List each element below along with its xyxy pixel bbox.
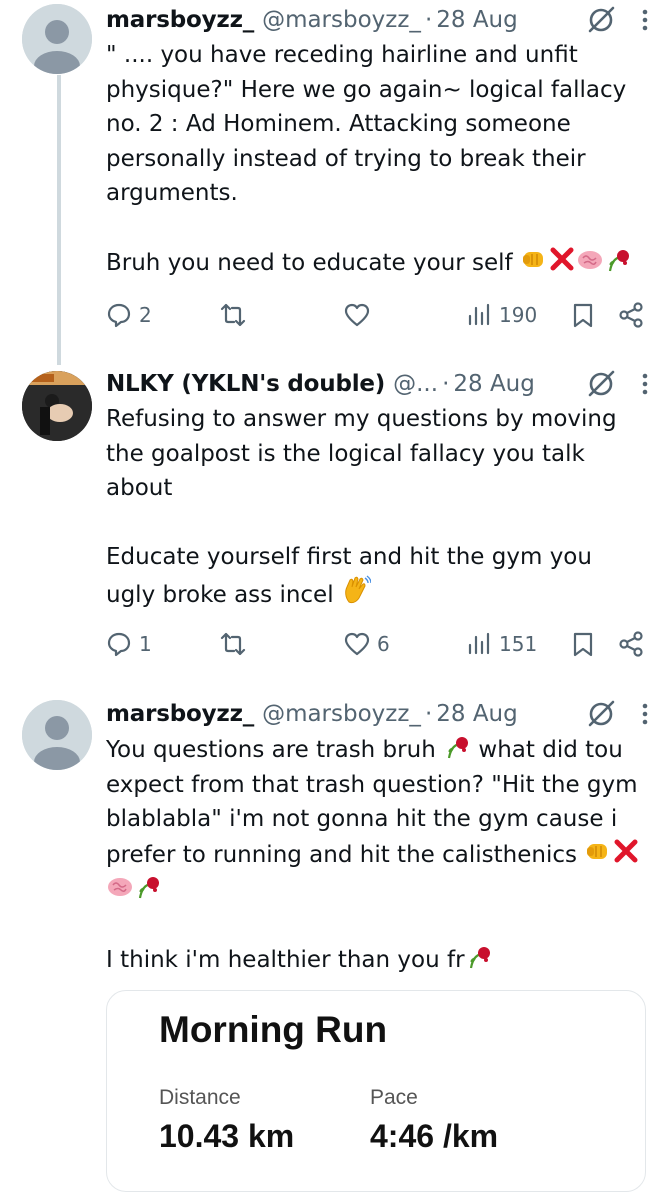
reply-icon xyxy=(107,303,131,328)
repost-button[interactable] xyxy=(220,297,253,333)
pace-label: Pace xyxy=(370,1086,418,1109)
tweet-body: You questions are trash bruh what did to… xyxy=(106,732,646,978)
grok-icon[interactable] xyxy=(586,5,616,35)
separator-dot: · xyxy=(424,701,433,727)
distance-label: Distance xyxy=(159,1086,241,1109)
distance-value: 10.43 km xyxy=(159,1118,295,1154)
share-icon xyxy=(619,631,643,657)
like-button[interactable]: 6 xyxy=(344,626,390,662)
tweet-paragraph-text: Bruh you need to educate your self xyxy=(106,250,513,276)
timestamp[interactable]: 28 Aug xyxy=(436,7,518,33)
tweet-body: " .... you have receding hairline and un… xyxy=(106,38,646,281)
like-count: 6 xyxy=(377,632,390,656)
tweet-header: marsboyzz_ @marsboyzz_ · 28 Aug xyxy=(106,4,648,36)
header-icons xyxy=(586,4,648,36)
activity-card[interactable]: Morning Run Distance 10.43 km Pace 4:46 … xyxy=(106,990,646,1192)
wilted-rose-emoji-icon xyxy=(469,947,490,969)
tweet-paragraph: Educate yourself first and hit the gym y… xyxy=(106,540,646,612)
tweet-paragraph-text: You questions are trash bruh xyxy=(106,737,436,763)
header-icons xyxy=(586,368,648,400)
wilted-rose-emoji-icon xyxy=(608,250,629,272)
handle[interactable]: @... xyxy=(393,371,438,397)
wilted-rose-emoji-icon xyxy=(448,737,469,759)
cross-mark-emoji-icon xyxy=(614,839,638,862)
tweet-paragraph: I think i'm healthier than you fr xyxy=(106,942,646,978)
timestamp[interactable]: 28 Aug xyxy=(453,371,535,397)
default-avatar-icon xyxy=(22,700,92,770)
share-button[interactable] xyxy=(618,626,644,662)
view-count: 190 xyxy=(499,303,538,327)
thread-line xyxy=(57,75,61,365)
more-options-icon[interactable] xyxy=(642,703,648,725)
display-name[interactable]: NLKY (YKLN's double) xyxy=(106,371,385,397)
views-button[interactable]: 190 xyxy=(466,297,537,333)
tweet-actions: 1 6 151 xyxy=(106,626,646,662)
heart-icon xyxy=(344,303,370,327)
avatar[interactable] xyxy=(22,371,92,441)
pace-value: 4:46 /km xyxy=(370,1118,499,1154)
more-options-icon[interactable] xyxy=(642,9,648,31)
avatar[interactable] xyxy=(22,700,92,770)
display-name[interactable]: marsboyzz_ xyxy=(106,701,254,727)
fist-bump-emoji-icon xyxy=(587,843,608,859)
separator-dot: · xyxy=(442,371,450,397)
repost-button[interactable] xyxy=(220,626,253,662)
bookmark-icon xyxy=(573,632,593,657)
tweet-paragraph: You questions are trash bruh what did to… xyxy=(106,732,646,908)
brain-emoji-icon xyxy=(108,878,132,896)
display-name[interactable]: marsboyzz_ xyxy=(106,7,254,33)
views-button[interactable]: 151 xyxy=(466,626,537,662)
grok-icon[interactable] xyxy=(586,699,616,729)
reply-button[interactable]: 1 xyxy=(106,626,152,662)
bookmark-button[interactable] xyxy=(570,297,596,333)
timestamp[interactable]: 28 Aug xyxy=(436,701,518,727)
tweet-header: marsboyzz_ @marsboyzz_ · 28 Aug xyxy=(106,698,648,730)
bookmark-icon xyxy=(573,303,593,328)
more-options-icon[interactable] xyxy=(642,373,648,395)
handle[interactable]: @marsboyzz_ xyxy=(262,7,421,33)
reply-count: 1 xyxy=(139,632,152,656)
share-button[interactable] xyxy=(618,297,644,333)
brain-emoji-icon xyxy=(577,251,602,269)
tweet-body: Refusing to answer my questions by movin… xyxy=(106,402,646,612)
tweet-paragraph-text: I think i'm healthier than you fr xyxy=(106,947,465,973)
header-icons xyxy=(586,698,648,730)
waving-hand-emoji-icon xyxy=(345,574,371,603)
like-button[interactable] xyxy=(344,297,377,333)
wilted-rose-emoji-icon xyxy=(138,877,159,899)
repost-icon xyxy=(220,303,246,327)
cross-mark-emoji-icon xyxy=(550,247,574,271)
reply-button[interactable]: 2 xyxy=(106,297,152,333)
reply-count: 2 xyxy=(139,303,152,327)
tweet-actions: 2 190 xyxy=(106,297,646,333)
card-title: Morning Run xyxy=(159,1009,388,1050)
default-avatar-icon xyxy=(22,4,92,74)
fist-bump-emoji-icon xyxy=(522,252,543,267)
analytics-icon xyxy=(468,303,490,326)
analytics-icon xyxy=(468,632,490,655)
tweet-paragraph: Refusing to answer my questions by movin… xyxy=(106,406,617,501)
handle[interactable]: @marsboyzz_ xyxy=(262,701,421,727)
avatar[interactable] xyxy=(22,4,92,74)
reply-icon xyxy=(107,632,131,657)
bookmark-button[interactable] xyxy=(570,626,596,662)
heart-icon xyxy=(344,632,370,656)
view-count: 151 xyxy=(499,632,538,656)
tweet-paragraph: Bruh you need to educate your self xyxy=(106,245,646,281)
separator-dot: · xyxy=(424,7,433,33)
share-icon xyxy=(619,302,643,328)
profile-photo-icon xyxy=(22,371,92,441)
tweet-paragraph: " .... you have receding hairline and un… xyxy=(106,42,627,206)
grok-icon[interactable] xyxy=(586,369,616,399)
tweet-header: NLKY (YKLN's double) @... · 28 Aug xyxy=(106,368,648,400)
repost-icon xyxy=(220,632,246,656)
